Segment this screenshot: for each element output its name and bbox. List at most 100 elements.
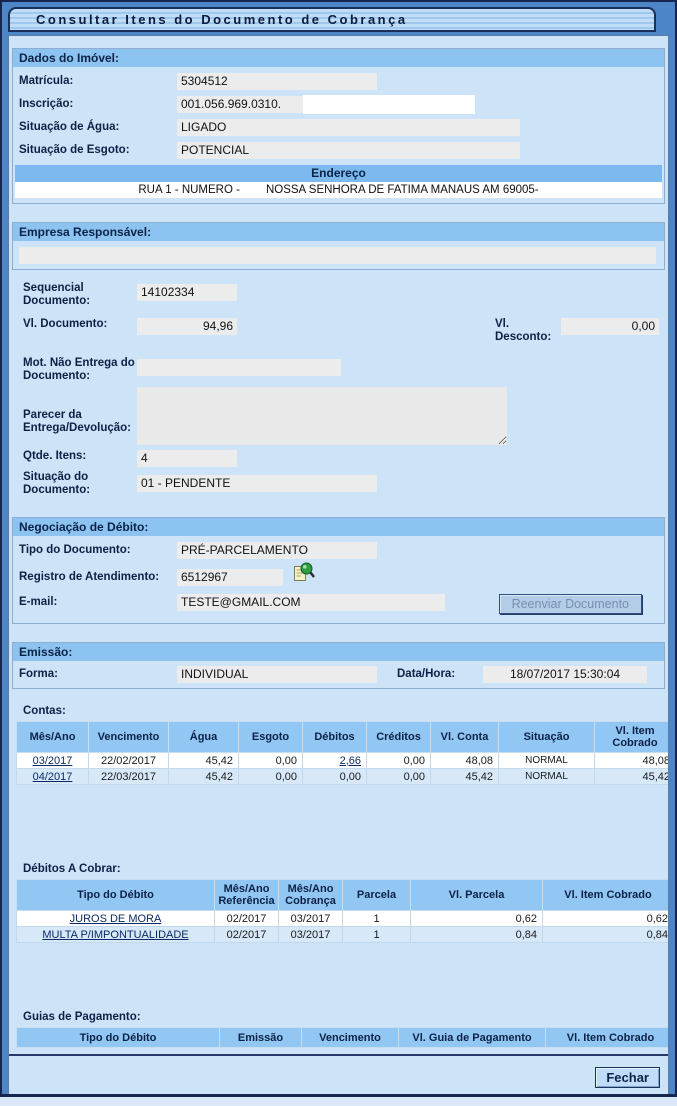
table-cell: 22/03/2017 — [89, 769, 169, 785]
panel-negociacao-header: Negociação de Débito: — [13, 518, 664, 536]
mot-nao-entrega-field[interactable] — [137, 359, 341, 376]
email-label: E-mail: — [19, 594, 177, 609]
row-sequencial: Sequencial Documento: 14102334 — [23, 282, 668, 308]
empresa-field[interactable] — [19, 247, 656, 264]
tipo-documento-field[interactable]: PRÉ-PARCELAMENTO — [177, 542, 377, 559]
row-emissao: Forma: INDIVIDUAL Data/Hora: 18/07/2017 … — [19, 666, 664, 683]
documento-section: Sequencial Documento: 14102334 Vl. Docum… — [23, 282, 668, 497]
situacao-agua-field[interactable]: LIGADO — [177, 119, 520, 136]
situacao-esgoto-field[interactable]: POTENCIAL — [177, 142, 520, 159]
situacao-agua-label: Situação de Água: — [19, 119, 177, 134]
table-link[interactable]: JUROS DE MORA — [70, 913, 162, 925]
page-title: Consultar Itens do Documento de Cobrança — [36, 12, 408, 27]
forma-field[interactable]: INDIVIDUAL — [177, 666, 377, 683]
panel-dados-imovel-header: Dados do Imóvel: — [13, 49, 664, 67]
guias-title: Guias de Pagamento: — [23, 1011, 668, 1023]
table-cell: 1 — [343, 927, 411, 943]
registro-atendimento-field[interactable]: 6512967 — [177, 569, 283, 586]
table-cell: 45,42 — [169, 769, 239, 785]
page-title-tab: Consultar Itens do Documento de Cobrança — [8, 7, 656, 32]
sequencial-field[interactable]: 14102334 — [137, 284, 237, 301]
situacao-documento-field[interactable]: 01 - PENDENTE — [137, 475, 377, 492]
row-vl-documento: Vl. Documento: 94,96 Vl. Desconto: 0,00 — [23, 318, 668, 344]
parecer-textarea[interactable] — [137, 387, 507, 445]
table-cell: 0,84 — [411, 927, 543, 943]
document-magnifier-icon — [293, 561, 315, 585]
panel-empresa: Empresa Responsável: — [12, 222, 665, 270]
column-header: Vl. Conta — [431, 722, 499, 753]
contas-title: Contas: — [23, 705, 668, 717]
table-cell: 45,42 — [595, 769, 670, 785]
column-header: Emissão — [220, 1028, 302, 1048]
column-header: Vencimento — [302, 1028, 399, 1048]
column-header: Mês/Ano Referência — [215, 880, 279, 911]
contas-table-wrap: Mês/AnoVencimentoÁguaEsgotoDébitosCrédit… — [16, 721, 661, 785]
qtde-itens-field[interactable]: 4 — [137, 450, 237, 467]
table-cell: 0,00 — [367, 769, 431, 785]
debitos-title: Débitos A Cobrar: — [23, 863, 668, 875]
inscricao-field[interactable]: 001.056.969.0310. — [177, 96, 377, 113]
column-header: Vencimento — [89, 722, 169, 753]
panel-dados-imovel: Dados do Imóvel: Matrícula: 5304512 Insc… — [12, 48, 665, 204]
email-field[interactable]: TESTE@GMAIL.COM — [177, 594, 445, 611]
table-cell: 22/02/2017 — [89, 753, 169, 769]
column-header: Créditos — [367, 722, 431, 753]
row-situacao-esgoto: Situação de Esgoto: POTENCIAL — [19, 142, 664, 159]
column-header: Vl. Item Cobrado — [543, 880, 670, 911]
row-email: E-mail: TESTE@GMAIL.COM Reenviar Documen… — [19, 594, 664, 614]
data-hora-field[interactable]: 18/07/2017 15:30:04 — [483, 666, 647, 683]
reenviar-documento-button[interactable]: Reenviar Documento — [499, 594, 642, 614]
column-header: Parcela — [343, 880, 411, 911]
table-cell: 45,42 — [431, 769, 499, 785]
table-row: JUROS DE MORA02/201703/201710,620,62 — [17, 911, 670, 927]
matricula-label: Matrícula: — [19, 73, 177, 88]
matricula-field[interactable]: 5304512 — [177, 73, 377, 90]
table-cell: NORMAL — [499, 769, 595, 785]
panel-emissao-header: Emissão: — [13, 643, 664, 661]
vl-documento-label: Vl. Documento: — [23, 318, 137, 331]
table-link[interactable]: 03/2017 — [33, 755, 73, 767]
table-link[interactable]: MULTA P/IMPONTUALIDADE — [42, 929, 188, 941]
table-cell: 1 — [343, 911, 411, 927]
table-cell: 03/2017 — [279, 927, 343, 943]
row-empresa — [19, 247, 664, 264]
table-cell: 0,84 — [543, 927, 670, 943]
column-header: Vl. Parcela — [411, 880, 543, 911]
row-qtde-itens: Qtde. Itens: 4 — [23, 450, 668, 467]
registro-lookup-icon[interactable] — [293, 561, 315, 588]
column-header: Água — [169, 722, 239, 753]
inscricao-value: 001.056.969.0310. — [181, 97, 281, 111]
table-cell: 03/2017 — [17, 753, 89, 769]
table-cell: 0,62 — [543, 911, 670, 927]
table-row: 04/201722/03/201745,420,000,000,0045,42N… — [17, 769, 670, 785]
registro-atendimento-label: Registro de Atendimento: — [19, 565, 177, 584]
table-cell: 48,08 — [431, 753, 499, 769]
table-cell: 02/2017 — [215, 927, 279, 943]
row-inscricao: Inscrição: 001.056.969.0310. — [19, 96, 664, 113]
table-cell: 45,42 — [169, 753, 239, 769]
inscricao-label: Inscrição: — [19, 96, 177, 111]
endereco-value-row: RUA 1 - NUMERO -NOSSA SENHORA DE FATIMA … — [15, 182, 662, 198]
column-header: Vl. Item Cobrado — [546, 1028, 670, 1048]
fechar-button[interactable]: Fechar — [595, 1067, 660, 1088]
panel-empresa-header: Empresa Responsável: — [13, 223, 664, 241]
table-link[interactable]: 2,66 — [340, 755, 361, 767]
table-cell: MULTA P/IMPONTUALIDADE — [17, 927, 215, 943]
vl-documento-field[interactable]: 94,96 — [137, 318, 237, 335]
row-parecer: Parecer da Entrega/Devolução: — [23, 387, 668, 445]
table-header-row: Tipo do DébitoMês/Ano ReferênciaMês/Ano … — [17, 880, 670, 911]
column-header: Tipo do Débito — [17, 880, 215, 911]
column-header: Mês/Ano — [17, 722, 89, 753]
panel-emissao: Emissão: Forma: INDIVIDUAL Data/Hora: 18… — [12, 642, 665, 689]
debitos-table-wrap: Tipo do DébitoMês/Ano ReferênciaMês/Ano … — [16, 879, 661, 943]
debitos-table: Tipo do DébitoMês/Ano ReferênciaMês/Ano … — [16, 879, 669, 943]
guias-table-wrap: Tipo do DébitoEmissãoVencimentoVl. Guia … — [16, 1027, 661, 1048]
table-link[interactable]: 04/2017 — [33, 771, 73, 783]
column-header: Vl. Guia de Pagamento — [399, 1028, 546, 1048]
app-window: Consultar Itens do Documento de Cobrança… — [0, 0, 677, 1097]
group-vl-desconto: Vl. Desconto: 0,00 — [495, 318, 659, 344]
column-header: Mês/Ano Cobrança — [279, 880, 343, 911]
panel-negociacao: Negociação de Débito: Tipo do Documento:… — [12, 517, 665, 624]
vl-desconto-field[interactable]: 0,00 — [561, 318, 659, 335]
mot-nao-entrega-label: Mot. Não Entrega do Documento: — [23, 357, 137, 383]
